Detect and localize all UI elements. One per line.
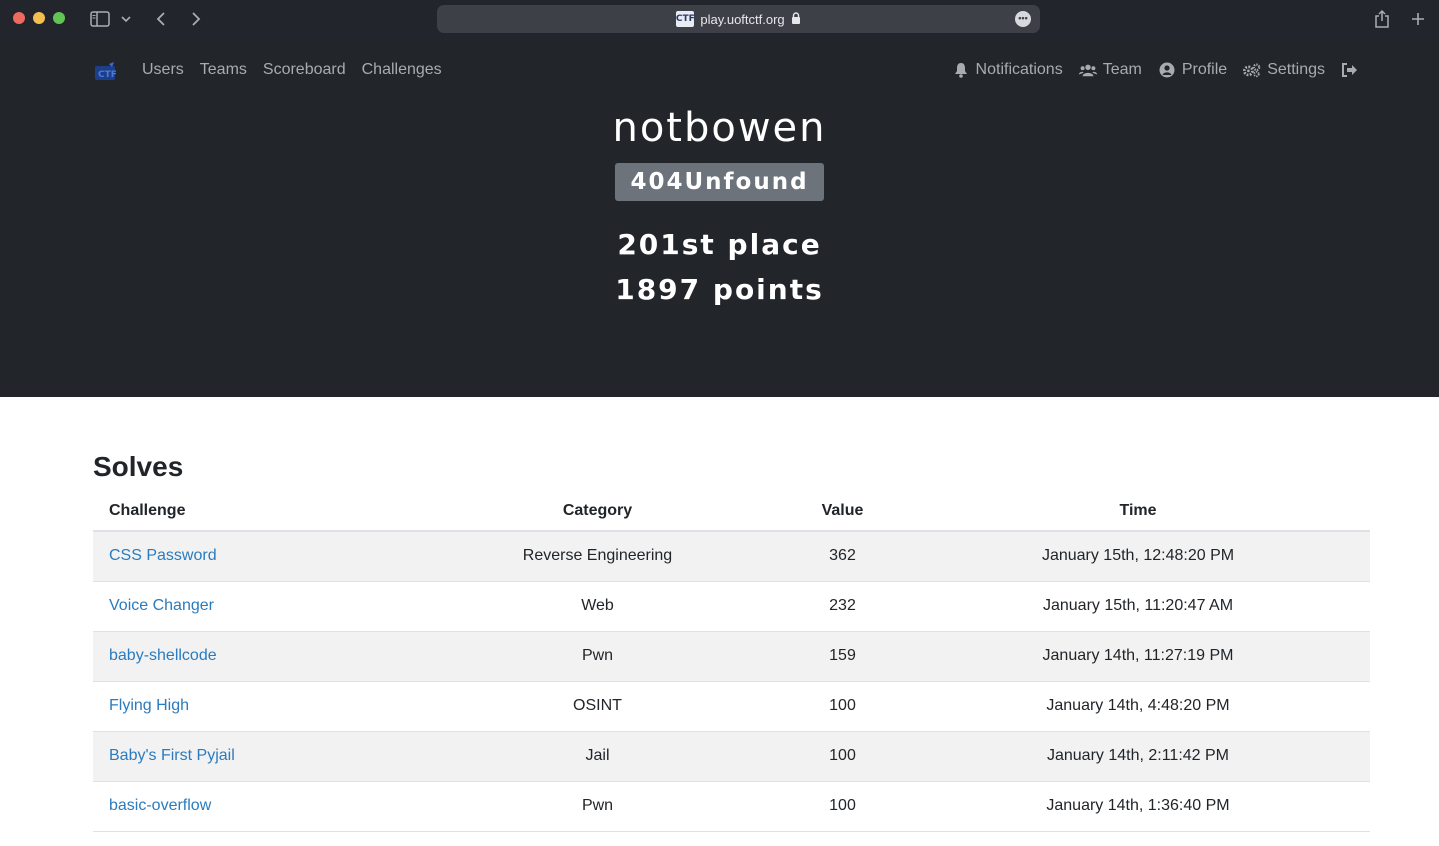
value-cell: 159 [779,631,906,682]
nav-challenges[interactable]: Challenges [362,61,442,79]
column-header-challenge: Challenge [93,492,416,532]
time-cell: January 14th, 2:11:42 PM [906,731,1370,782]
column-header-category: Category [416,492,779,532]
new-tab-icon[interactable] [1406,7,1430,31]
nav-team-label: Team [1102,61,1142,78]
svg-text:CTF: CTF [98,70,116,80]
user-circle-icon [1158,62,1176,78]
table-row: baby-shellcode Pwn 159 January 14th, 11:… [93,631,1370,682]
category-cell: Jail [416,731,779,782]
url-text[interactable]: play.uoftctf.org [700,12,784,27]
profile-header: CTF Users Teams Scoreboard Challenges No… [0,38,1439,397]
browser-toolbar: CTF play.uoftctf.org ••• [0,0,1439,38]
forward-arrow-icon[interactable] [185,7,207,31]
table-header-row: Challenge Category Value Time [93,492,1370,532]
challenge-link[interactable]: CSS Password [109,547,217,564]
value-cell: 232 [779,581,906,632]
column-header-time: Time [906,492,1370,532]
gears-icon [1243,62,1261,78]
sign-out-icon [1341,62,1359,78]
more-options-icon[interactable]: ••• [1015,11,1031,27]
challenge-link[interactable]: Baby's First Pyjail [109,747,235,764]
profile-username: notbowen [612,105,827,151]
address-bar[interactable]: CTF play.uoftctf.org ••• [437,5,1040,33]
lock-icon [791,11,801,27]
nav-logout[interactable] [1341,62,1359,78]
site-favicon: CTF [676,11,695,27]
category-cell: Reverse Engineering [416,531,779,582]
site-navbar: CTF Users Teams Scoreboard Challenges No… [0,38,1439,106]
nav-profile-label: Profile [1181,61,1228,78]
table-row: Flying High OSINT 100 January 14th, 4:48… [93,681,1370,732]
value-cell: 100 [779,731,906,782]
time-cell: January 14th, 11:27:19 PM [906,631,1370,682]
nav-notifications[interactable]: Notifications [952,61,1063,79]
value-cell: 100 [779,681,906,732]
maximize-window-button[interactable] [53,12,65,24]
share-icon[interactable] [1370,7,1394,31]
nav-settings-label: Settings [1267,61,1325,78]
time-cell: January 15th, 11:20:47 AM [906,581,1370,632]
time-cell: January 14th, 1:36:40 PM [906,781,1370,832]
table-row: CSS Password Reverse Engineering 362 Jan… [93,531,1370,582]
category-cell: Pwn [416,631,779,682]
time-cell: January 14th, 4:48:20 PM [906,681,1370,732]
team-badge[interactable]: 404Unfound [615,163,824,201]
sidebar-toggle-icon[interactable] [88,7,112,31]
solves-table: Challenge Category Value Time CSS Passwo… [93,492,1370,832]
table-row: basic-overflow Pwn 100 January 14th, 1:3… [93,781,1370,832]
ctf-logo-icon[interactable]: CTF [94,62,117,82]
back-arrow-icon[interactable] [150,7,172,31]
nav-profile[interactable]: Profile [1158,61,1227,79]
value-cell: 362 [779,531,906,582]
nav-users[interactable]: Users [142,61,184,79]
solves-heading: Solves [93,451,184,482]
time-cell: January 15th, 12:48:20 PM [906,531,1370,582]
category-cell: OSINT [416,681,779,732]
profile-points: 1897 points [615,273,824,306]
category-cell: Web [416,581,779,632]
nav-scoreboard[interactable]: Scoreboard [263,61,346,79]
profile-place: 201st place [617,228,822,261]
category-cell: Pwn [416,781,779,832]
minimize-window-button[interactable] [33,12,45,24]
value-cell: 100 [779,781,906,832]
nav-notifications-label: Notifications [975,61,1063,78]
challenge-link[interactable]: Voice Changer [109,597,214,614]
table-row: Voice Changer Web 232 January 15th, 11:2… [93,581,1370,632]
nav-team[interactable]: Team [1078,61,1142,79]
chevron-down-icon[interactable] [118,7,134,31]
nav-teams[interactable]: Teams [200,61,247,79]
nav-settings[interactable]: Settings [1243,61,1325,79]
challenge-link[interactable]: baby-shellcode [109,647,217,664]
users-icon [1078,62,1097,78]
bell-icon [952,62,970,78]
challenge-link[interactable]: Flying High [109,697,189,714]
table-row: Baby's First Pyjail Jail 100 January 14t… [93,731,1370,782]
column-header-value: Value [779,492,906,532]
close-window-button[interactable] [13,12,25,24]
challenge-link[interactable]: basic-overflow [109,797,211,814]
